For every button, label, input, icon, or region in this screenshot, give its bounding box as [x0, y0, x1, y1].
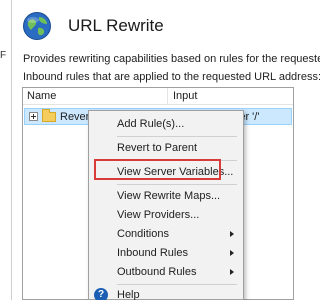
- grid-header: Name Input: [23, 88, 293, 105]
- feature-description: Provides rewriting capabilities based on…: [23, 53, 320, 65]
- folder-icon: [42, 108, 56, 122]
- menu-item-inbound-rules[interactable]: Inbound Rules: [89, 243, 243, 263]
- left-panel-edge: F: [0, 0, 12, 300]
- menu-item-inbound-rules-label: Inbound Rules: [117, 247, 188, 259]
- rules-caption: Inbound rules that are applied to the re…: [23, 71, 320, 83]
- menu-separator: [117, 160, 237, 161]
- column-header-name[interactable]: Name: [23, 88, 168, 104]
- submenu-arrow-icon: [230, 269, 234, 275]
- menu-item-view-server-variables[interactable]: View Server Variables...: [89, 162, 243, 182]
- expand-icon[interactable]: [29, 112, 38, 121]
- menu-item-add-rules[interactable]: Add Rule(s)...: [89, 114, 243, 134]
- menu-item-help[interactable]: ? Help: [89, 285, 243, 300]
- menu-separator: [117, 184, 237, 185]
- page-header: URL Rewrite: [22, 8, 164, 44]
- menu-item-conditions[interactable]: Conditions: [89, 224, 243, 244]
- menu-item-help-label: Help: [117, 289, 140, 300]
- menu-separator: [117, 136, 237, 137]
- context-menu: Add Rule(s)... Revert to Parent View Ser…: [88, 110, 244, 300]
- submenu-arrow-icon: [230, 231, 234, 237]
- menu-item-view-rewrite-maps[interactable]: View Rewrite Maps...: [89, 186, 243, 206]
- url-rewrite-globe-icon: [22, 11, 52, 41]
- submenu-arrow-icon: [230, 250, 234, 256]
- left-panel-text: F: [0, 50, 7, 61]
- menu-item-revert-to-parent[interactable]: Revert to Parent: [89, 138, 243, 158]
- menu-item-view-providers[interactable]: View Providers...: [89, 205, 243, 225]
- column-header-input[interactable]: Input: [168, 88, 197, 104]
- page-title: URL Rewrite: [68, 16, 164, 35]
- menu-item-conditions-label: Conditions: [117, 228, 169, 240]
- menu-item-outbound-rules[interactable]: Outbound Rules: [89, 262, 243, 282]
- help-icon: ?: [94, 288, 108, 300]
- menu-item-outbound-rules-label: Outbound Rules: [117, 266, 197, 278]
